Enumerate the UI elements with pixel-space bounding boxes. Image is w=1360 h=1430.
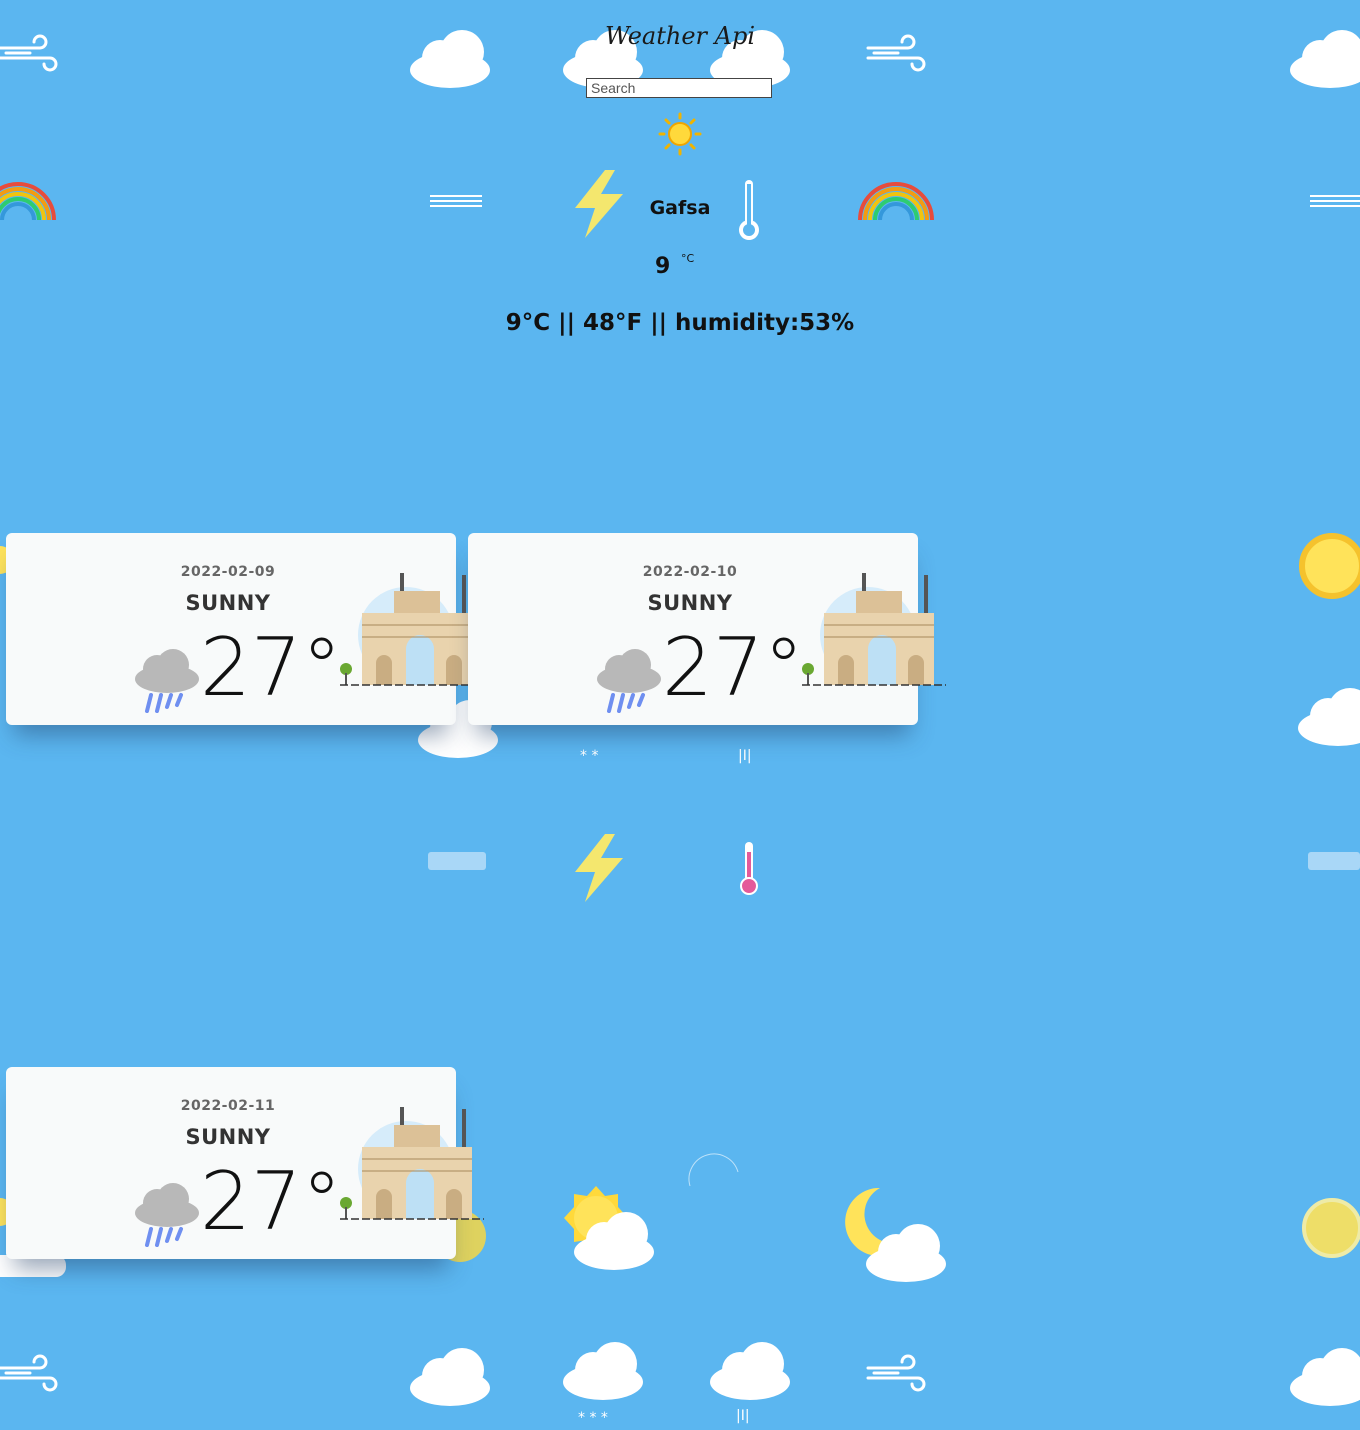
forecast-card: 2022-02-09 SUNNY 27° — [6, 533, 484, 725]
svg-text:* * *: * * * — [578, 1410, 608, 1426]
svg-text:* *: * * — [580, 748, 598, 764]
forecast-card: 2022-02-10 SUNNY 27° — [468, 533, 946, 725]
forecast-temperature: 27° — [200, 621, 342, 714]
gateway-monument-icon — [802, 573, 946, 686]
rain-cloud-icon — [135, 649, 199, 713]
svg-text:|I|: |I| — [736, 1408, 750, 1424]
weather-summary: 9°C || 48°F || humidity:53% — [505, 310, 855, 336]
app-title: Weather Api — [605, 22, 755, 50]
rain-cloud-icon — [135, 1183, 199, 1247]
forecast-card: 2022-02-11 SUNNY 27° — [6, 1067, 484, 1259]
city-name: Gafsa — [649, 197, 711, 219]
search-input[interactable] — [586, 78, 772, 98]
forecast-temperature: 27° — [200, 1155, 342, 1248]
gateway-monument-icon — [340, 573, 484, 686]
forecast-temperature: 27° — [662, 621, 804, 714]
gateway-monument-icon — [340, 1107, 484, 1220]
temperature-unit: °C — [681, 252, 695, 265]
svg-text:|I|: |I| — [738, 748, 752, 764]
current-temperature: 9 — [655, 254, 671, 279]
rain-cloud-icon — [597, 649, 661, 713]
